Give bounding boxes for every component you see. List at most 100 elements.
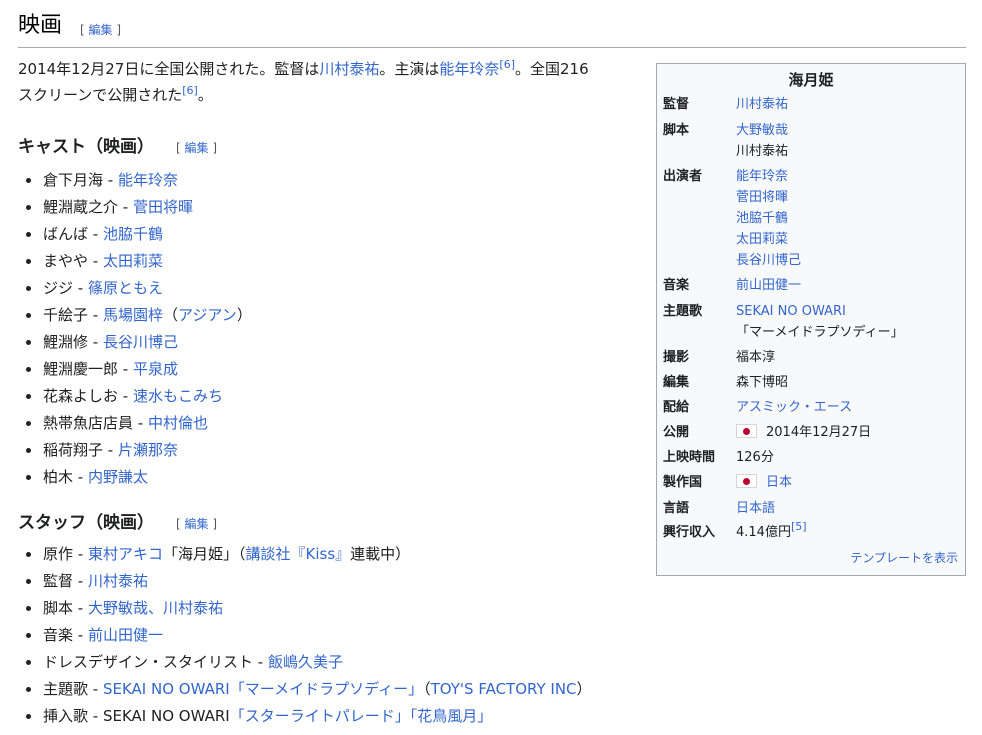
staff-list: 原作 - 東村アキコ「海月姫」（講談社『Kiss』連載中） 監督 - 川村泰祐 … (18, 541, 648, 730)
group-link[interactable]: アジアン (178, 306, 237, 324)
actor-link[interactable]: 太田莉菜 (103, 252, 163, 270)
paren-open: （ (238, 545, 246, 563)
director-link[interactable]: 川村泰祐 (319, 60, 379, 78)
show-template-link[interactable]: テンプレートを表示 (850, 549, 958, 567)
publisher-link[interactable]: 講談社 (246, 545, 291, 563)
separator: - (73, 279, 88, 297)
actor-link[interactable]: 菅田将暉 (133, 198, 193, 216)
song-link[interactable]: 「マーメイドラプソディー」 (230, 680, 423, 698)
edit-section-link[interactable]: 編集 (89, 23, 113, 37)
author-link[interactable]: 東村アキコ (88, 545, 163, 563)
cast-role: 花森よしお (43, 387, 119, 405)
song-link[interactable]: 「花鳥風月」 (410, 707, 493, 725)
camera-name: 福本淳 (736, 350, 776, 365)
release-date: 2014年12月27日 (766, 425, 872, 440)
cast-link[interactable]: 太田莉菜 (736, 232, 788, 247)
section-title: 映画 (18, 13, 63, 38)
staff-role: 主題歌 (43, 680, 89, 698)
section-heading-staff: スタッフ（映画） [ 編集 ] (18, 511, 217, 536)
writer-link[interactable]: 大野敏哉 (736, 123, 788, 138)
paren-open: （ (423, 680, 431, 698)
actor-link[interactable]: 馬場園梓 (103, 306, 163, 324)
actor-link[interactable]: 片瀬那奈 (118, 441, 178, 459)
director-link[interactable]: 川村泰祐 (736, 97, 788, 112)
separator: - (88, 306, 103, 324)
star-link[interactable]: 能年玲奈 (439, 60, 499, 78)
separator: - (73, 545, 88, 563)
distributor-link[interactable]: アスミック・エース (736, 400, 852, 415)
actor-link[interactable]: 能年玲奈 (118, 171, 178, 189)
cast-role: 千絵子 (43, 306, 89, 324)
cast-link[interactable]: 能年玲奈 (736, 169, 788, 184)
bracket-open: [ (176, 141, 181, 155)
actor-link[interactable]: 篠原ともえ (88, 279, 163, 297)
section-heading-cast: キャスト（映画） [ 編集 ] (18, 135, 217, 160)
runtime-value: 126分 (736, 450, 774, 465)
cast-title: キャスト（映画） (18, 137, 154, 157)
list-item: ばんば - 池脇千鶴 (18, 221, 648, 248)
label-link[interactable]: TOY'S FACTORY INC (431, 680, 577, 698)
bracket-open: [ (176, 517, 181, 531)
cast-role: ばんば (43, 225, 89, 243)
reference-link[interactable]: [6] (499, 58, 515, 71)
list-item: 花森よしお - 速水もこみち (18, 383, 648, 410)
infobox-value: 126分 (736, 447, 961, 468)
edit-section-link-group: [ 編集 ] (176, 141, 217, 155)
staff-link[interactable]: 川村泰祐 (163, 599, 223, 617)
separator: - (118, 198, 133, 216)
paren-close: ） (236, 306, 252, 324)
bullet-icon (26, 579, 31, 584)
cast-list: 倉下月海 - 能年玲奈 鯉淵蔵之介 - 菅田将暉 ばんば - 池脇千鶴 まやや … (18, 167, 648, 491)
cast-link[interactable]: 菅田将暉 (736, 190, 788, 205)
actor-link[interactable]: 長谷川博己 (103, 333, 178, 351)
cast-role: 鯉淵蔵之介 (43, 198, 119, 216)
staff-link[interactable]: 大野敏哉 (88, 599, 148, 617)
bullet-icon (26, 633, 31, 638)
staff-link[interactable]: 前山田健一 (88, 626, 163, 644)
infobox-value: SEKAI NO OWARI 「マーメイドラプソディー」 (736, 301, 961, 343)
bullet-icon (26, 448, 31, 453)
actor-link[interactable]: 池脇千鶴 (103, 225, 163, 243)
list-item: 挿入歌 - SEKAI NO OWARI「スターライトパレード」「花鳥風月」 (18, 703, 648, 730)
separator: - (88, 680, 103, 698)
song-link[interactable]: 「スターライトパレード」 (230, 707, 410, 725)
intro-text: 。 (197, 86, 213, 104)
artist-link[interactable]: SEKAI NO OWARI (736, 304, 846, 319)
infobox-value: 森下博昭 (736, 372, 961, 393)
writer-name: 川村泰祐 (736, 144, 789, 159)
bullet-icon (26, 394, 31, 399)
language-link[interactable]: 日本語 (736, 501, 775, 516)
infobox-label: 興行収入 (663, 525, 716, 540)
edit-section-link[interactable]: 編集 (185, 141, 209, 155)
intro-text: 。主演は (379, 60, 440, 78)
music-link[interactable]: 前山田健一 (736, 278, 801, 293)
magazine-link[interactable]: 『Kiss』 (291, 545, 351, 563)
bullet-icon (26, 313, 31, 318)
actor-link[interactable]: 速水もこみち (133, 387, 223, 405)
boxoffice-value: 4.14億円 (736, 525, 791, 540)
list-item: 鯉淵蔵之介 - 菅田将暉 (18, 194, 648, 221)
cast-link[interactable]: 池脇千鶴 (736, 211, 788, 226)
bullet-icon (26, 714, 31, 719)
infobox-value: 日本語 (736, 498, 961, 519)
actor-link[interactable]: 中村倫也 (148, 414, 208, 432)
separator: - (88, 707, 103, 725)
staff-link[interactable]: 川村泰祐 (88, 572, 148, 590)
cast-link[interactable]: 長谷川博己 (736, 253, 801, 268)
list-item: 脚本 - 大野敏哉、川村泰祐 (18, 595, 648, 622)
artist-link[interactable]: SEKAI NO OWARI (103, 680, 230, 698)
list-item: 原作 - 東村アキコ「海月姫」（講談社『Kiss』連載中） (18, 541, 648, 568)
staff-role: ドレスデザイン・スタイリスト (43, 653, 254, 671)
staff-role: 挿入歌 (43, 707, 89, 725)
country-link[interactable]: 日本 (766, 475, 792, 490)
separator: - (88, 252, 103, 270)
cast-role: ジジ (43, 279, 74, 297)
reference-link[interactable]: [6] (182, 84, 198, 97)
infobox-value: 2014年12月27日 (736, 422, 961, 443)
infobox-label: 上映時間 (663, 450, 716, 465)
reference-link[interactable]: [5] (791, 520, 807, 533)
actor-link[interactable]: 平泉成 (133, 360, 178, 378)
staff-link[interactable]: 飯嶋久美子 (268, 653, 343, 671)
edit-section-link[interactable]: 編集 (185, 517, 209, 531)
actor-link[interactable]: 内野謙太 (88, 468, 148, 486)
